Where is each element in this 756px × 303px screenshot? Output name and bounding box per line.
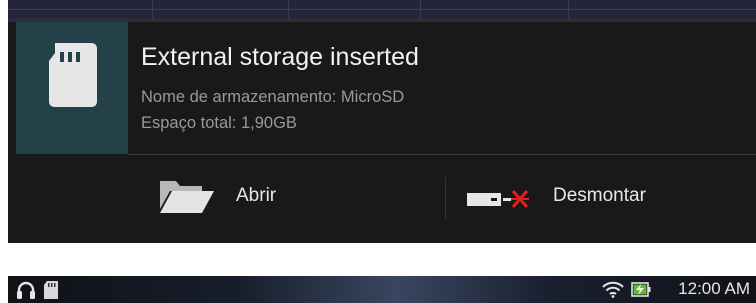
open-button-label: Abrir xyxy=(236,185,277,206)
previous-notification-strip xyxy=(8,0,756,18)
storage-notification[interactable]: External storage inserted Nome de armaze… xyxy=(8,0,756,243)
clock: 12:00 AM xyxy=(678,279,750,298)
notification-icon-box xyxy=(16,22,128,154)
notification-title: External storage inserted xyxy=(141,43,419,71)
unmount-button-label: Desmontar xyxy=(553,185,646,206)
sd-card-icon xyxy=(44,281,58,299)
folder-open-icon xyxy=(160,181,214,213)
total-space-text: Espaço total: 1,90GB xyxy=(141,114,297,132)
status-bar[interactable]: 12:00 AM xyxy=(8,276,756,303)
sd-card-icon xyxy=(49,43,97,107)
wifi-icon xyxy=(602,281,624,298)
storage-name-text: Nome de armazenamento: MicroSD xyxy=(141,88,405,106)
actions-divider xyxy=(128,154,756,155)
open-button[interactable]: Abrir xyxy=(150,168,430,224)
button-separator xyxy=(445,177,446,219)
battery-charging-icon xyxy=(631,282,651,297)
unmount-icon xyxy=(467,190,529,208)
headset-icon xyxy=(17,281,35,299)
unmount-button[interactable]: Desmontar xyxy=(463,168,753,224)
